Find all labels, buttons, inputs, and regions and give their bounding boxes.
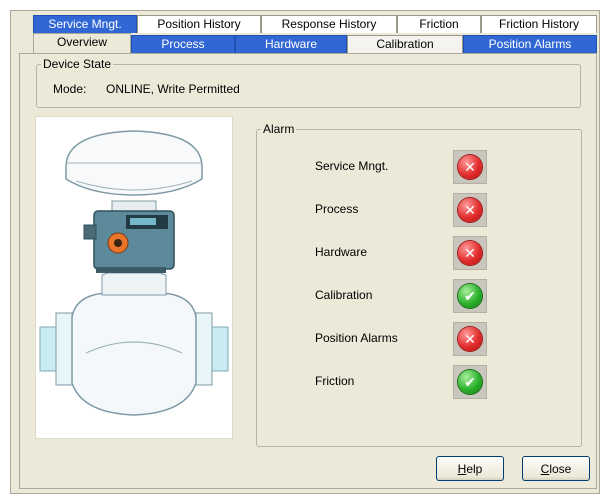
alarm-status-indicator: ✕ xyxy=(453,193,487,227)
tab-position-alarms[interactable]: Position Alarms xyxy=(463,35,597,53)
alarm-row-calibration: Calibration ✔ xyxy=(257,279,581,313)
alarm-label: Hardware xyxy=(315,245,368,259)
close-button[interactable]: Close xyxy=(522,456,590,481)
alarm-label: Service Mngt. xyxy=(315,159,389,173)
alarm-status-indicator: ✕ xyxy=(453,150,487,184)
mode-label: Mode: xyxy=(53,82,87,96)
device-state-group: Device State Mode: ONLINE, Write Permitt… xyxy=(36,57,581,108)
help-label: elp xyxy=(466,461,483,476)
tab-process[interactable]: Process xyxy=(131,35,235,53)
tab-service-mngt[interactable]: Service Mngt. xyxy=(33,15,137,33)
tab-calibration[interactable]: Calibration xyxy=(347,35,463,53)
alarm-label: Friction xyxy=(315,374,355,388)
mode-value: ONLINE, Write Permitted xyxy=(106,82,240,96)
overview-panel: Device State Mode: ONLINE, Write Permitt… xyxy=(19,53,597,489)
control-valve-icon xyxy=(39,130,229,416)
alarm-row-position-alarms: Position Alarms ✕ xyxy=(257,322,581,356)
tab-overview[interactable]: Overview xyxy=(33,33,131,53)
alarm-status-indicator: ✔ xyxy=(453,365,487,399)
help-button[interactable]: Help xyxy=(436,456,504,481)
valve-positioner-image xyxy=(35,116,233,439)
tab-friction-history[interactable]: Friction History xyxy=(481,15,597,33)
device-state-title: Device State xyxy=(41,57,114,71)
alarm-row-friction: Friction ✔ xyxy=(257,365,581,399)
alarm-row-hardware: Hardware ✕ xyxy=(257,236,581,270)
red-x-icon: ✕ xyxy=(458,241,482,265)
green-check-icon: ✔ xyxy=(458,370,482,394)
tab-hardware[interactable]: Hardware xyxy=(235,35,347,53)
device-dialog: Service Mngt. Position History Response … xyxy=(10,10,600,494)
alarm-row-process: Process ✕ xyxy=(257,193,581,227)
alarm-title: Alarm xyxy=(261,122,297,136)
alarm-label: Calibration xyxy=(315,288,373,302)
red-x-icon: ✕ xyxy=(458,198,482,222)
alarm-status-indicator: ✕ xyxy=(453,236,487,270)
close-label: lose xyxy=(549,461,572,476)
alarm-status-indicator: ✕ xyxy=(453,322,487,356)
alarm-row-service-mngt: Service Mngt. ✕ xyxy=(257,150,581,184)
green-check-icon: ✔ xyxy=(458,284,482,308)
red-x-icon: ✕ xyxy=(458,155,482,179)
tab-position-history[interactable]: Position History xyxy=(137,15,261,33)
tab-friction[interactable]: Friction xyxy=(397,15,481,33)
alarm-group: Alarm Service Mngt. ✕ Process ✕ Hardware… xyxy=(256,122,582,447)
alarm-label: Process xyxy=(315,202,359,216)
alarm-status-indicator: ✔ xyxy=(453,279,487,313)
red-x-icon: ✕ xyxy=(458,327,482,351)
tab-response-history[interactable]: Response History xyxy=(261,15,397,33)
alarm-label: Position Alarms xyxy=(315,331,398,345)
